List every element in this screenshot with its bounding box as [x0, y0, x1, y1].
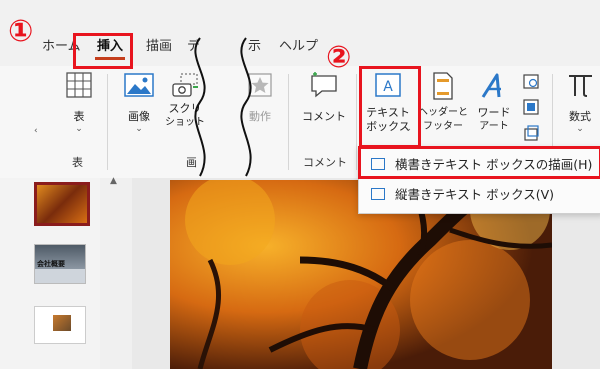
thumbnail-small-photo — [53, 315, 71, 331]
insert-tab-highlight — [73, 33, 133, 69]
wordart-icon — [481, 73, 501, 98]
header-footer-label-line2: フッター — [423, 121, 463, 132]
chevron-down-icon: ⌄ — [135, 124, 143, 134]
scroll-up-arrow-icon[interactable]: ▲ — [110, 176, 117, 186]
powerpoint-window: ホーム 挿入 描画 デ 示 ヘルプ ‹ 表 ⌄ 表 画像 ⌄ スクリ ショット … — [0, 0, 600, 369]
menu-item-vertical-textbox[interactable]: 縦書きテキスト ボックス(V) — [365, 183, 599, 207]
wordart-label-line2: アート — [479, 121, 509, 132]
group-label-table: 表 — [72, 156, 83, 169]
image-button-label: 画像 — [128, 110, 150, 123]
table-button-label: 表 — [73, 110, 85, 123]
thumbnail-caption: 会社概要 — [37, 260, 65, 268]
group-label-comment: コメント — [303, 156, 347, 169]
comment-button-label: コメント — [302, 110, 346, 123]
chevron-down-icon: ⌄ — [576, 124, 584, 134]
image-button[interactable]: 画像 ⌄ — [118, 70, 160, 134]
textbox-button-highlight — [359, 66, 421, 148]
table-icon — [66, 72, 92, 98]
menu-item-vertical-textbox-label: 縦書きテキスト ボックス(V) — [395, 187, 555, 202]
slide-thumbnail-panel: 会社概要 — [0, 178, 100, 369]
header-footer-icon — [433, 72, 453, 100]
equation-button-label: 数式 — [569, 110, 591, 123]
chevron-down-icon: ⌄ — [75, 124, 83, 134]
object-icon[interactable] — [522, 124, 540, 142]
comment-button[interactable]: コメント — [300, 70, 348, 124]
ribbon-separator — [288, 74, 289, 170]
pi-icon — [569, 75, 592, 97]
picture-icon — [124, 73, 154, 97]
step-1-marker: ① — [8, 14, 34, 49]
slide-thumbnail-2[interactable]: 会社概要 — [34, 244, 86, 284]
equation-button[interactable]: 数式 ⌄ — [560, 70, 600, 134]
step-2-marker: ② — [326, 40, 352, 75]
slide-thumbnail-1[interactable] — [34, 182, 90, 226]
slide-thumbnail-3[interactable] — [34, 306, 86, 344]
text-small-buttons — [522, 72, 544, 142]
ribbon-separator — [356, 74, 357, 170]
ribbon-scroll-left-icon[interactable]: ‹ — [34, 126, 38, 136]
tab-help[interactable]: ヘルプ — [279, 38, 318, 56]
tab-draw[interactable]: 描画 — [146, 38, 172, 56]
date-time-icon[interactable] — [522, 72, 540, 90]
thumbnail-scrollbar[interactable]: ▲ — [100, 176, 132, 369]
vertical-textbox-icon — [371, 188, 385, 200]
horizontal-textbox-highlight — [358, 146, 600, 179]
omission-wave-marks — [194, 37, 252, 177]
thumbnail-photo — [37, 185, 87, 223]
header-footer-label-line1: ヘッダーと — [418, 107, 468, 118]
header-footer-button[interactable]: ヘッダーと フッター — [418, 70, 468, 134]
slide-number-icon[interactable] — [522, 98, 540, 116]
ribbon-separator — [107, 74, 108, 170]
table-button[interactable]: 表 ⌄ — [60, 70, 98, 134]
wordart-button[interactable]: ワード アート — [470, 70, 518, 134]
wordart-label-line1: ワード — [477, 106, 511, 119]
